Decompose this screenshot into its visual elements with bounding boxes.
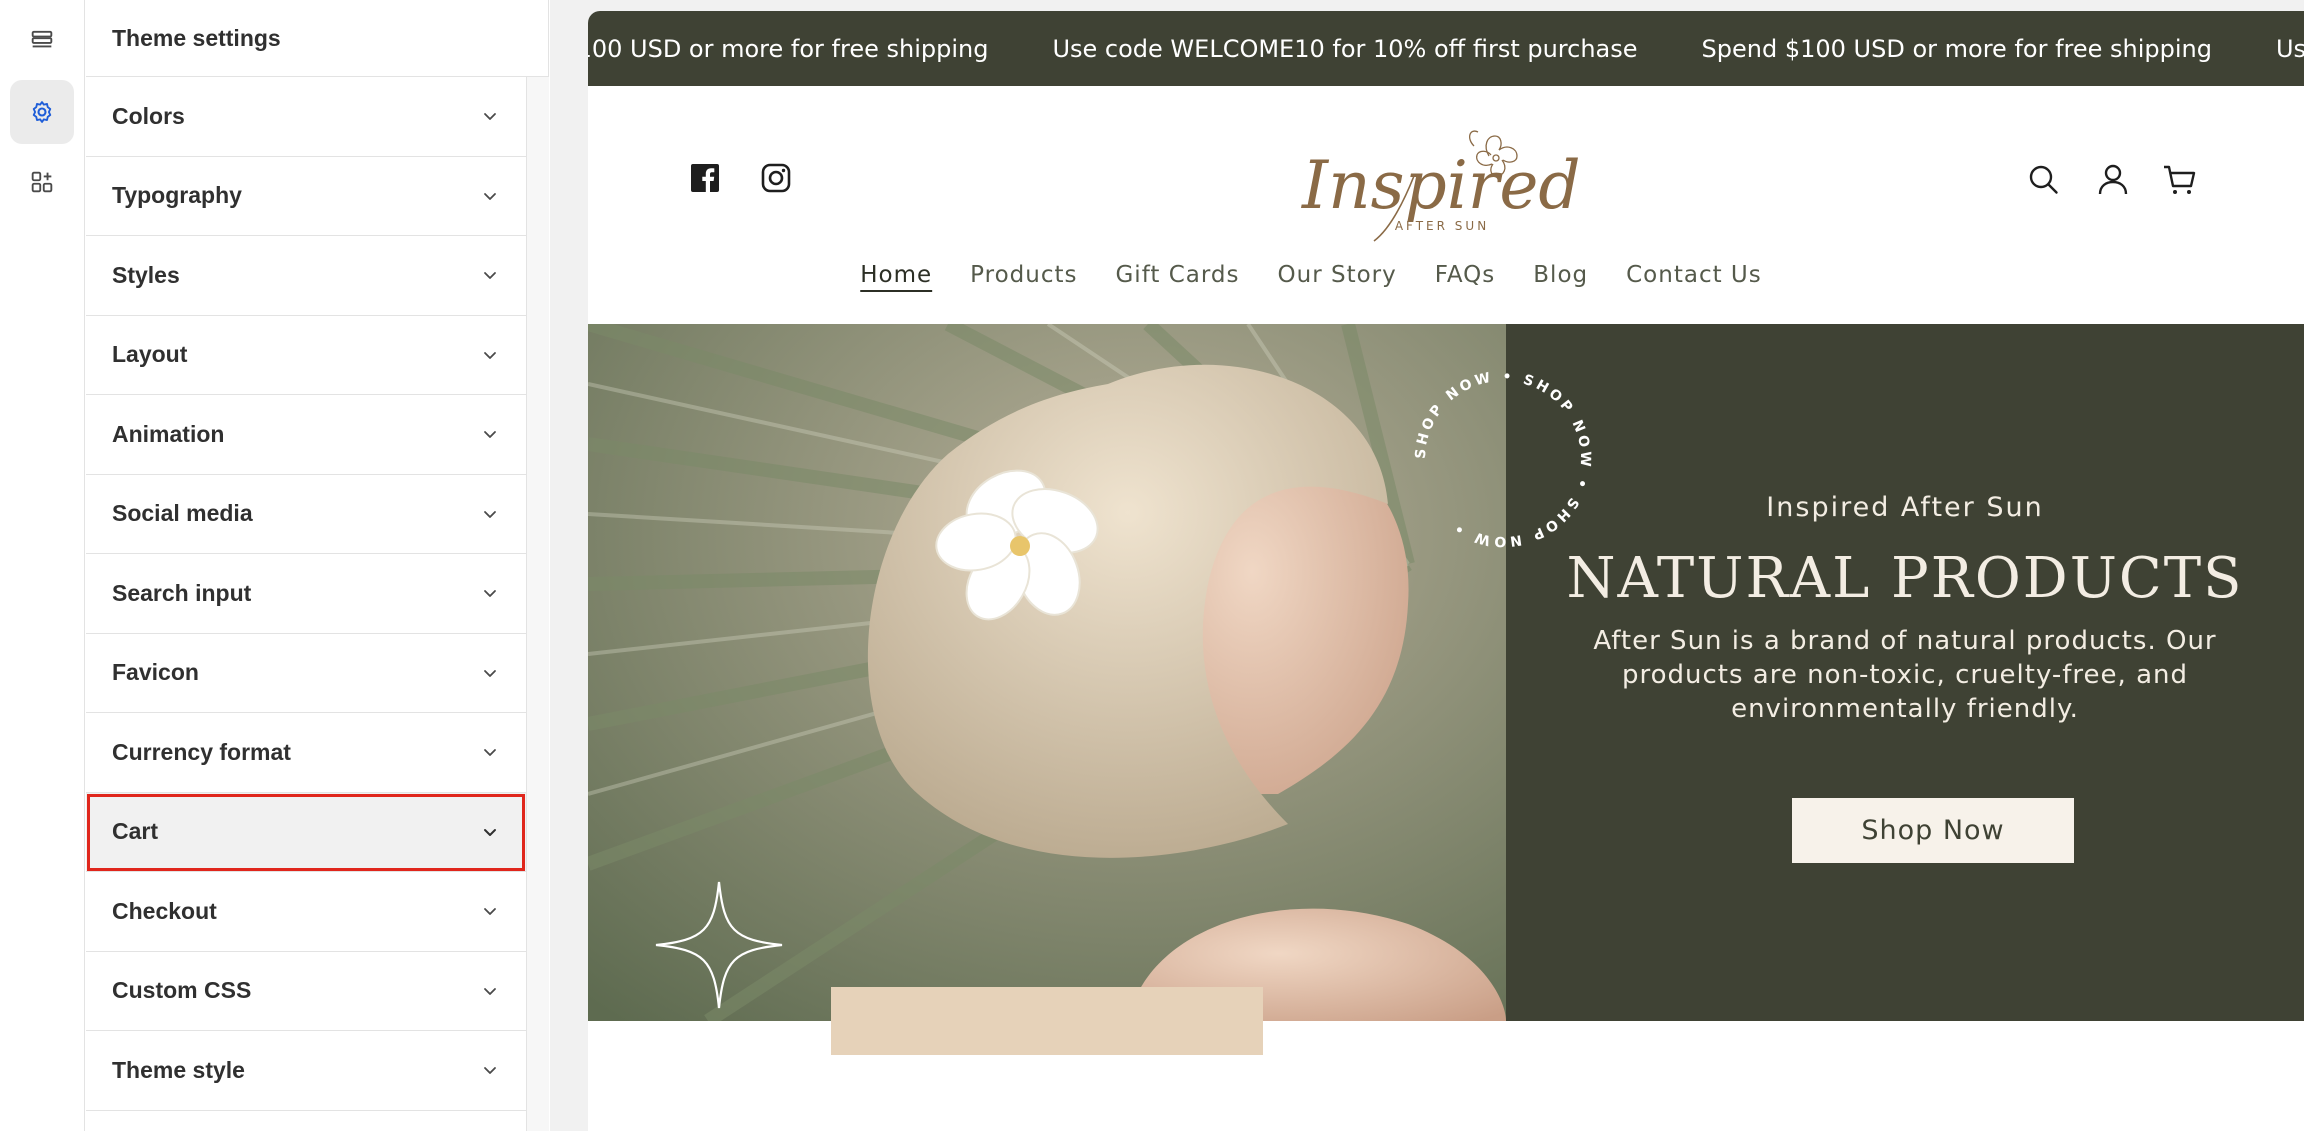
section-label: Favicon [112, 659, 199, 686]
section-label: Custom CSS [112, 977, 252, 1004]
account-icon[interactable] [2095, 162, 2131, 198]
hero-description: After Sun is a brand of natural products… [1593, 626, 2217, 724]
svg-text:SHOP NOW • SHOP NOW • SHOP NOW: SHOP NOW • SHOP NOW • SHOP NOW • [1413, 369, 1593, 549]
section-label: Checkout [112, 897, 217, 924]
nav-faqs[interactable]: FAQs [1435, 262, 1496, 288]
section-custom-css[interactable]: Custom CSS [86, 951, 526, 1031]
gear-icon [32, 101, 52, 123]
instagram-icon[interactable] [760, 162, 792, 194]
sections-icon [31, 30, 53, 48]
announcement-track: Spend $100 USD or more for free shipping… [588, 11, 2304, 86]
icon-rail [0, 0, 85, 1131]
chevron-down-icon [484, 749, 496, 757]
chevron-down-icon [484, 987, 496, 995]
nav-products[interactable]: Products [970, 262, 1077, 288]
chevron-down-icon [484, 113, 496, 121]
section-cart[interactable]: Cart [86, 792, 526, 872]
nav-home[interactable]: Home [860, 262, 932, 288]
badge-text: SHOP NOW • SHOP NOW • SHOP NOW • [1413, 369, 1590, 549]
chevron-down-icon [484, 351, 496, 359]
section-colors[interactable]: Colors [86, 77, 526, 157]
theme-settings-button[interactable] [10, 80, 74, 144]
section-currency-format[interactable]: Currency format [86, 713, 526, 793]
chevron-down-icon [484, 431, 496, 439]
sections-button[interactable] [10, 8, 74, 72]
section-checkout[interactable]: Checkout [86, 872, 526, 952]
settings-panel: Theme settings Colors Typography Styles … [86, 0, 549, 1131]
section-label: Search input [112, 579, 252, 606]
cart-icon[interactable] [2162, 162, 2198, 198]
apps-button[interactable] [10, 150, 74, 214]
announcement-item: Use code WELCOME10 for 10% off first pur… [1052, 34, 1638, 63]
storefront-preview: Spend $100 USD or more for free shipping… [588, 11, 2304, 1131]
chevron-down-icon [484, 908, 496, 916]
section-layout[interactable]: Layout [86, 315, 526, 395]
hero-banner: Inspired After Sun NATURAL PRODUCTS Afte… [588, 324, 2304, 1021]
section-label: Cart [112, 818, 159, 845]
main-nav: Home Products Gift Cards Our Story FAQs … [588, 262, 2169, 288]
decorative-block [831, 987, 1263, 1055]
chevron-down-icon [484, 510, 496, 518]
nav-blog[interactable]: Blog [1533, 262, 1588, 288]
nav-gift-cards[interactable]: Gift Cards [1115, 262, 1239, 288]
announcement-item: Spend $100 USD or more for free shipping [588, 34, 989, 63]
store-logo[interactable]: Inspired AFTER SUN [1294, 116, 1584, 246]
chevron-down-icon [484, 590, 496, 598]
store-header: Inspired AFTER SUN Home Products Gift Ca… [588, 86, 2304, 326]
announcement-bar: Spend $100 USD or more for free shipping… [588, 11, 2304, 86]
section-label: Colors [112, 102, 185, 129]
section-social-media[interactable]: Social media [86, 474, 526, 554]
hero-image [588, 324, 1506, 1021]
hero-title: NATURAL PRODUCTS [1566, 546, 2244, 611]
chevron-down-icon [484, 272, 496, 280]
hero-text-panel: Inspired After Sun NATURAL PRODUCTS Afte… [1506, 324, 2304, 1021]
chevron-down-icon [484, 669, 496, 677]
section-typography[interactable]: Typography [86, 156, 526, 236]
section-favicon[interactable]: Favicon [86, 633, 526, 713]
chevron-down-icon [484, 1067, 496, 1075]
panel-title: Theme settings [112, 24, 281, 51]
logo-subtitle: AFTER SUN [1395, 219, 1489, 233]
panel-header: Theme settings [86, 0, 549, 77]
section-styles[interactable]: Styles [86, 236, 526, 316]
announcement-item: Spend $100 USD or more for free shipping [1701, 34, 2212, 63]
section-search-input[interactable]: Search input [86, 554, 526, 634]
section-label: Currency format [112, 738, 291, 765]
section-label: Styles [112, 261, 180, 288]
section-label: Layout [112, 341, 188, 368]
hero-subtitle: Inspired After Sun [1766, 492, 2044, 523]
apps-add-icon [31, 171, 53, 193]
sparkle-icon [655, 881, 783, 1009]
section-label: Animation [112, 420, 225, 447]
chevron-down-icon [484, 828, 496, 836]
shop-now-button[interactable]: Shop Now [1792, 798, 2074, 863]
chevron-down-icon [484, 192, 496, 200]
section-label: Typography [112, 182, 242, 209]
section-animation[interactable]: Animation [86, 395, 526, 475]
section-label: Social media [112, 500, 253, 527]
section-theme-style[interactable]: Theme style [86, 1031, 526, 1111]
logo-wordmark: Inspired [1301, 147, 1581, 224]
search-icon[interactable] [2026, 162, 2062, 198]
settings-section-list: Colors Typography Styles Layout Animatio… [86, 77, 526, 1111]
nav-our-story[interactable]: Our Story [1278, 262, 1397, 288]
announcement-item: Use code WELCOME10 for 10% off first pur… [2275, 34, 2304, 63]
shop-now-badge[interactable]: SHOP NOW • SHOP NOW • SHOP NOW • [1398, 354, 1608, 564]
nav-contact-us[interactable]: Contact Us [1626, 262, 1762, 288]
section-label: Theme style [112, 1056, 245, 1083]
panel-scrollbar[interactable] [526, 77, 549, 1131]
facebook-icon[interactable] [689, 162, 721, 194]
